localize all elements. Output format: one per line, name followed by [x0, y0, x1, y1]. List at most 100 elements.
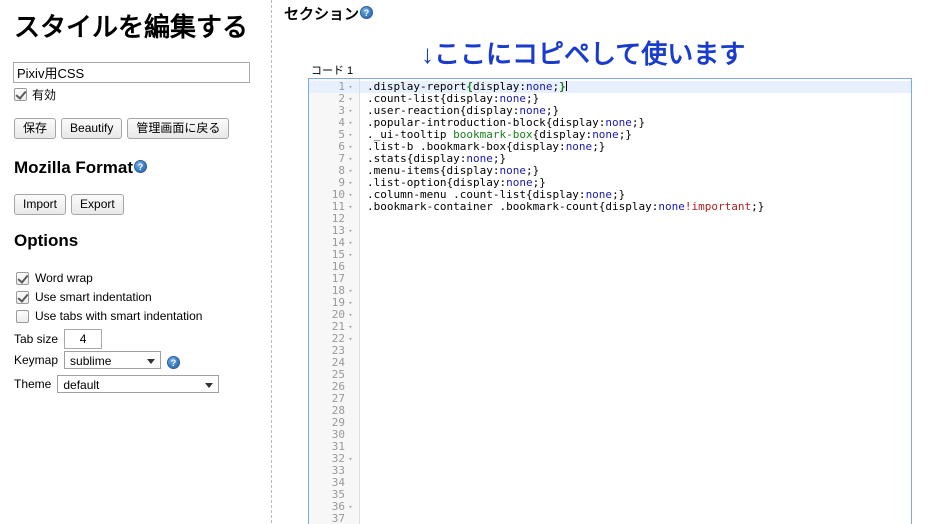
page-root: スタイルを編集する 有効 保存 Beautify 管理画面に戻る Mozilla…	[0, 0, 935, 524]
section-heading: セクション ?	[284, 3, 374, 24]
fold-arrow-icon[interactable]: ▾	[345, 453, 356, 465]
code-token-prop: {display:	[598, 200, 659, 213]
enabled-checkbox-label: 有効	[32, 88, 57, 102]
editor-gutter-line[interactable]: 4 ▾	[309, 117, 359, 129]
fold-arrow-icon[interactable]: ▾	[345, 285, 356, 297]
editor-code-line[interactable]	[360, 513, 911, 524]
editor-code-line[interactable]	[360, 213, 911, 225]
save-button[interactable]: 保存	[14, 118, 57, 139]
help-icon[interactable]: ?	[134, 160, 148, 173]
fold-arrow-icon[interactable]: ▾	[345, 177, 356, 189]
options-heading: Options	[14, 231, 79, 250]
editor-code-line[interactable]	[360, 477, 911, 489]
fold-arrow-icon[interactable]: ▾	[345, 201, 356, 213]
code-token-prop: ;}	[618, 128, 632, 141]
fold-arrow-icon[interactable]: ▾	[345, 225, 356, 237]
editor-code-line[interactable]: .bookmark-container .bookmark-count{disp…	[360, 201, 911, 213]
mozilla-format-heading-text: Mozilla Format	[14, 158, 134, 177]
editor-code-line[interactable]	[360, 273, 911, 285]
editor-code-line[interactable]	[360, 333, 911, 345]
mozilla-format-heading: Mozilla Format ?	[14, 158, 148, 178]
export-button[interactable]: Export	[71, 194, 124, 215]
enabled-checkbox[interactable]	[14, 88, 27, 101]
editor-code-line[interactable]	[360, 417, 911, 429]
help-icon[interactable]: ?	[360, 6, 374, 19]
back-to-manage-button[interactable]: 管理画面に戻る	[127, 118, 230, 139]
editor-gutter-line[interactable]: 2 ▾	[309, 93, 359, 105]
option-smart-indentation-row[interactable]: Use smart indentation	[16, 290, 152, 304]
main-button-row: 保存 Beautify 管理画面に戻る	[14, 118, 230, 139]
fold-arrow-icon[interactable]: ▾	[345, 189, 356, 201]
fold-arrow-icon[interactable]: ▾	[345, 249, 356, 261]
editor-gutter-line[interactable]: 6 ▾	[309, 141, 359, 153]
editor-code-line[interactable]	[360, 405, 911, 417]
theme-label: Theme	[14, 377, 52, 391]
smart-indentation-checkbox[interactable]	[16, 290, 29, 304]
editor-code-line[interactable]	[360, 357, 911, 369]
beautify-button[interactable]: Beautify	[61, 118, 123, 139]
theme-select[interactable]: default	[57, 375, 220, 393]
code-token-prop: ;}	[751, 200, 765, 213]
code-token-val: none	[565, 140, 593, 153]
help-icon[interactable]: ?	[167, 355, 181, 369]
editor-code-line[interactable]	[360, 261, 911, 273]
editor-code-area[interactable]: .display-report{display:none;} .count-lis…	[360, 79, 911, 524]
editor-gutter-line[interactable]: 3 ▾	[309, 105, 359, 117]
annotation-text: ↓ここにコピペして使います	[421, 39, 746, 69]
editor-code-line[interactable]	[360, 345, 911, 357]
editor-code-line[interactable]	[360, 393, 911, 405]
editor-code-line[interactable]	[360, 501, 911, 513]
word-wrap-checkbox[interactable]	[16, 271, 29, 285]
editor-gutter-line[interactable]: 5 ▾	[309, 129, 359, 141]
page-title: スタイルを編集する	[14, 12, 249, 42]
editor-gutter-line[interactable]: 37	[309, 513, 359, 524]
section-heading-text: セクション	[284, 6, 360, 23]
fold-arrow-icon[interactable]: ▾	[345, 165, 356, 177]
fold-arrow-icon[interactable]: ▾	[345, 105, 356, 117]
editor-gutter-line[interactable]: 7 ▾	[309, 153, 359, 165]
enabled-checkbox-row[interactable]: 有効	[14, 86, 56, 103]
style-name-input[interactable]	[13, 62, 250, 83]
fold-arrow-icon[interactable]: ▾	[345, 333, 356, 345]
editor-gutter-line[interactable]: 1 ▾	[309, 81, 359, 93]
editor-code-line[interactable]	[360, 381, 911, 393]
option-use-tabs-row[interactable]: Use tabs with smart indentation	[16, 309, 202, 323]
use-tabs-checkbox[interactable]	[16, 309, 29, 323]
import-button[interactable]: Import	[14, 194, 67, 215]
editor-code-line[interactable]	[360, 249, 911, 261]
fold-arrow-icon[interactable]: ▾	[345, 153, 356, 165]
editor-code-line[interactable]	[360, 309, 911, 321]
editor-code-line[interactable]	[360, 429, 911, 441]
fold-arrow-icon[interactable]: ▾	[345, 501, 356, 513]
code-token-val: none	[658, 200, 685, 213]
fold-arrow-icon[interactable]: ▾	[345, 309, 356, 321]
fold-arrow-icon[interactable]: ▾	[345, 321, 356, 333]
editor-gutter-line[interactable]: 8 ▾	[309, 165, 359, 177]
editor-code-line[interactable]	[360, 489, 911, 501]
editor-code-line[interactable]	[360, 285, 911, 297]
fold-arrow-icon[interactable]: ▾	[345, 117, 356, 129]
editor-code-line[interactable]	[360, 369, 911, 381]
editor-code-line[interactable]	[360, 453, 911, 465]
keymap-select[interactable]: sublime	[64, 351, 162, 369]
section-panel: セクション ? ↓ここにコピペして使います コード 1 1 ▾ 2 ▾ 3 ▾ 4 ▾ 5 ▾ 6 ▾…	[273, 0, 935, 524]
fold-arrow-icon[interactable]: ▾	[345, 129, 356, 141]
editor-code-line[interactable]	[360, 237, 911, 249]
line-number: 37	[331, 512, 345, 524]
fold-arrow-icon[interactable]: ▾	[345, 81, 356, 93]
editor-code-line[interactable]	[360, 225, 911, 237]
editor-code-line[interactable]	[360, 321, 911, 333]
edit-style-sidebar: スタイルを編集する 有効 保存 Beautify 管理画面に戻る Mozilla…	[0, 0, 272, 523]
fold-arrow-icon[interactable]: ▾	[345, 237, 356, 249]
editor-code-line[interactable]	[360, 441, 911, 453]
css-code-editor[interactable]: 1 ▾ 2 ▾ 3 ▾ 4 ▾ 5 ▾ 6 ▾ 7 ▾ 8 ▾ 9 ▾ 10 ▾ 11 ▾ 12 13 ▾ 14 ▾ 15 ▾ 16 17 1…	[308, 78, 912, 524]
editor-code-line[interactable]	[360, 465, 911, 477]
option-word-wrap-row[interactable]: Word wrap	[16, 271, 93, 285]
fold-arrow-icon[interactable]: ▾	[345, 93, 356, 105]
editor-code-line[interactable]	[360, 297, 911, 309]
fold-arrow-icon[interactable]: ▾	[345, 141, 356, 153]
tab-size-input[interactable]	[64, 329, 103, 349]
code-token-prop: ;}	[631, 116, 646, 129]
chevron-down-icon	[205, 383, 214, 388]
fold-arrow-icon[interactable]: ▾	[345, 297, 356, 309]
